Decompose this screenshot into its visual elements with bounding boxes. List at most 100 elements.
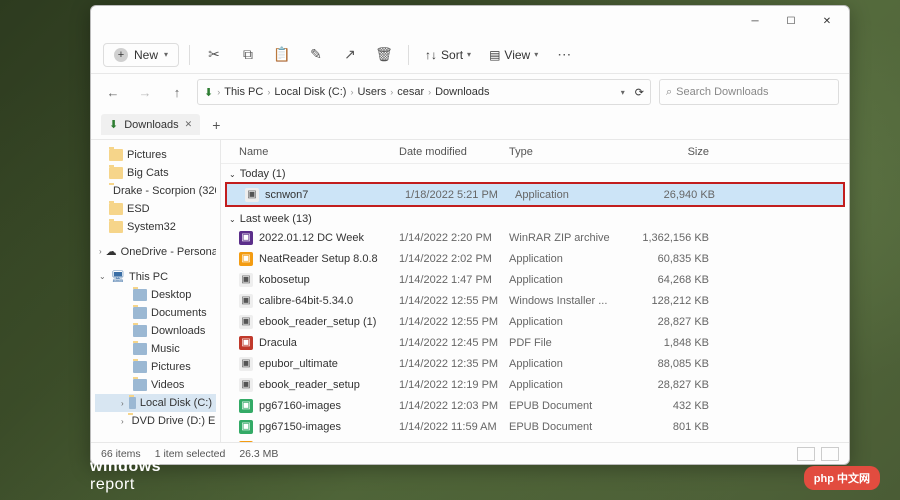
folder-icon <box>109 149 123 161</box>
cut-icon[interactable]: ✂ <box>200 41 228 69</box>
view-button[interactable]: ▤ View ▾ <box>483 48 544 62</box>
file-row[interactable]: ▣epubor_ultimate1/14/2022 12:35 PMApplic… <box>221 353 849 374</box>
sidebar-item[interactable]: Big Cats <box>95 164 216 182</box>
highlight-box: ▣scnwon71/18/2022 5:21 PMApplication26,9… <box>225 182 845 207</box>
sidebar-item[interactable]: ›Local Disk (C:) <box>95 394 216 412</box>
sort-icon: ↑↓ <box>425 48 437 62</box>
cloud-icon: ☁ <box>106 245 117 258</box>
sidebar-item[interactable]: Documents <box>95 304 216 322</box>
new-tab-button[interactable]: + <box>206 117 226 133</box>
back-button[interactable]: ← <box>101 80 125 104</box>
thumbnails-view-button[interactable] <box>821 447 839 461</box>
file-icon: ▣ <box>239 231 253 245</box>
view-icon: ▤ <box>489 48 500 62</box>
group-header[interactable]: ⌄Today (1) <box>221 164 849 182</box>
file-row[interactable]: ▣2022.01.12 DC Week1/14/2022 2:20 PMWinR… <box>221 227 849 248</box>
sidebar-item[interactable]: Pictures <box>95 146 216 164</box>
folder-icon <box>133 343 147 355</box>
file-icon: ▣ <box>239 357 253 371</box>
new-label: New <box>134 48 158 62</box>
file-icon: ▣ <box>239 294 253 308</box>
file-icon: ▣ <box>239 315 253 329</box>
chevron-down-icon: ▾ <box>164 50 168 59</box>
sidebar-item[interactable]: Downloads <box>95 322 216 340</box>
file-row[interactable]: ▣ebook_reader_setup1/14/2022 12:19 PMApp… <box>221 374 849 395</box>
php-badge: php 中文网 <box>804 466 880 490</box>
folder-icon <box>133 379 147 391</box>
breadcrumb[interactable]: Users <box>357 86 386 98</box>
file-icon: ▣ <box>239 420 253 434</box>
file-icon: ▣ <box>239 378 253 392</box>
delete-icon[interactable]: 🗑 <box>370 41 398 69</box>
col-type[interactable]: Type <box>509 146 629 158</box>
forward-button[interactable]: → <box>133 80 157 104</box>
col-size[interactable]: Size <box>629 146 709 158</box>
refresh-icon[interactable]: ⟳ <box>635 86 644 99</box>
file-row[interactable]: ▣scnwon71/18/2022 5:21 PMApplication26,9… <box>227 184 843 205</box>
file-icon: ▣ <box>245 188 259 202</box>
watermark: windowsreport <box>90 458 161 494</box>
toolbar: + New ▾ ✂ ⧉ 📋 ✎ ↗ 🗑 ↑↓ Sort ▾ ▤ View ▾ ⋯ <box>91 36 849 74</box>
file-row[interactable]: ▣Dracula1/14/2022 12:45 PMPDF File1,848 … <box>221 332 849 353</box>
sidebar-item[interactable]: System32 <box>95 218 216 236</box>
minimize-button[interactable]: ─ <box>737 9 773 33</box>
pc-icon: 🖥 <box>111 270 125 283</box>
sidebar-item[interactable]: Drake - Scorpion (320) <box>95 182 216 200</box>
sidebar-item[interactable]: Videos <box>95 376 216 394</box>
file-icon: ▣ <box>239 273 253 287</box>
folder-icon <box>109 167 123 179</box>
sort-button[interactable]: ↑↓ Sort ▾ <box>419 48 477 62</box>
maximize-button[interactable]: ☐ <box>773 9 809 33</box>
paste-icon[interactable]: 📋 <box>268 41 296 69</box>
title-bar: ─ ☐ ✕ <box>91 6 849 36</box>
close-button[interactable]: ✕ <box>809 9 845 33</box>
folder-icon <box>133 289 147 301</box>
sidebar-item-onedrive[interactable]: ›☁OneDrive - Personal <box>95 242 216 261</box>
sidebar-item[interactable]: ›DVD Drive (D:) ESD-ISO <box>95 412 216 430</box>
file-row[interactable]: ▣pg67150-images1/14/2022 11:59 AMEPUB Do… <box>221 416 849 437</box>
address-bar[interactable]: ⬇ › This PC› Local Disk (C:)› Users› ces… <box>197 79 651 105</box>
sidebar-item-thispc[interactable]: ⌄🖥This PC <box>95 267 216 286</box>
selection-size: 26.3 MB <box>239 448 278 460</box>
col-name[interactable]: Name <box>239 146 399 158</box>
new-button[interactable]: + New ▾ <box>103 43 179 67</box>
file-icon: ▣ <box>239 336 253 350</box>
tab-strip: ⬇ Downloads ✕ + <box>91 110 849 140</box>
col-date[interactable]: Date modified <box>399 146 509 158</box>
file-row[interactable]: ▣kobosetup1/14/2022 1:47 PMApplication64… <box>221 269 849 290</box>
downloads-icon: ⬇ <box>109 118 118 131</box>
folder-icon <box>129 397 136 409</box>
file-icon: ▣ <box>239 252 253 266</box>
copy-icon[interactable]: ⧉ <box>234 41 262 69</box>
search-input[interactable]: ⌕ Search Downloads <box>659 79 839 105</box>
file-row[interactable]: ▣NeatReader Setup 8.0.81/14/2022 2:02 PM… <box>221 248 849 269</box>
explorer-window: ─ ☐ ✕ + New ▾ ✂ ⧉ 📋 ✎ ↗ 🗑 ↑↓ Sort ▾ ▤ Vi… <box>90 5 850 465</box>
sidebar-item[interactable]: Music <box>95 340 216 358</box>
plus-icon: + <box>114 48 128 62</box>
folder-icon <box>109 221 123 233</box>
up-button[interactable]: ↑ <box>165 80 189 104</box>
breadcrumb[interactable]: Local Disk (C:) <box>274 86 346 98</box>
sidebar-item[interactable]: Pictures <box>95 358 216 376</box>
downloads-icon: ⬇ <box>204 86 213 99</box>
breadcrumb[interactable]: Downloads <box>435 86 489 98</box>
share-icon[interactable]: ↗ <box>336 41 364 69</box>
folder-icon <box>109 203 123 215</box>
more-icon[interactable]: ⋯ <box>550 41 578 69</box>
file-row[interactable]: ▣pg67160-images1/14/2022 12:03 PMEPUB Do… <box>221 395 849 416</box>
details-view-button[interactable] <box>797 447 815 461</box>
file-icon: ▣ <box>239 399 253 413</box>
folder-icon <box>133 325 147 337</box>
sidebar-item[interactable]: ESD <box>95 200 216 218</box>
folder-icon <box>133 361 147 373</box>
file-row[interactable]: ▣calibre-64bit-5.34.01/14/2022 12:55 PMW… <box>221 290 849 311</box>
tab-downloads[interactable]: ⬇ Downloads ✕ <box>101 114 200 135</box>
rename-icon[interactable]: ✎ <box>302 41 330 69</box>
close-tab-icon[interactable]: ✕ <box>185 119 193 130</box>
file-row[interactable]: ▣ebook_reader_setup (1)1/14/2022 12:55 P… <box>221 311 849 332</box>
column-headers: Name Date modified Type Size <box>221 140 849 164</box>
group-header[interactable]: ⌄Last week (13) <box>221 209 849 227</box>
breadcrumb[interactable]: This PC <box>224 86 263 98</box>
breadcrumb[interactable]: cesar <box>397 86 424 98</box>
sidebar-item[interactable]: Desktop <box>95 286 216 304</box>
